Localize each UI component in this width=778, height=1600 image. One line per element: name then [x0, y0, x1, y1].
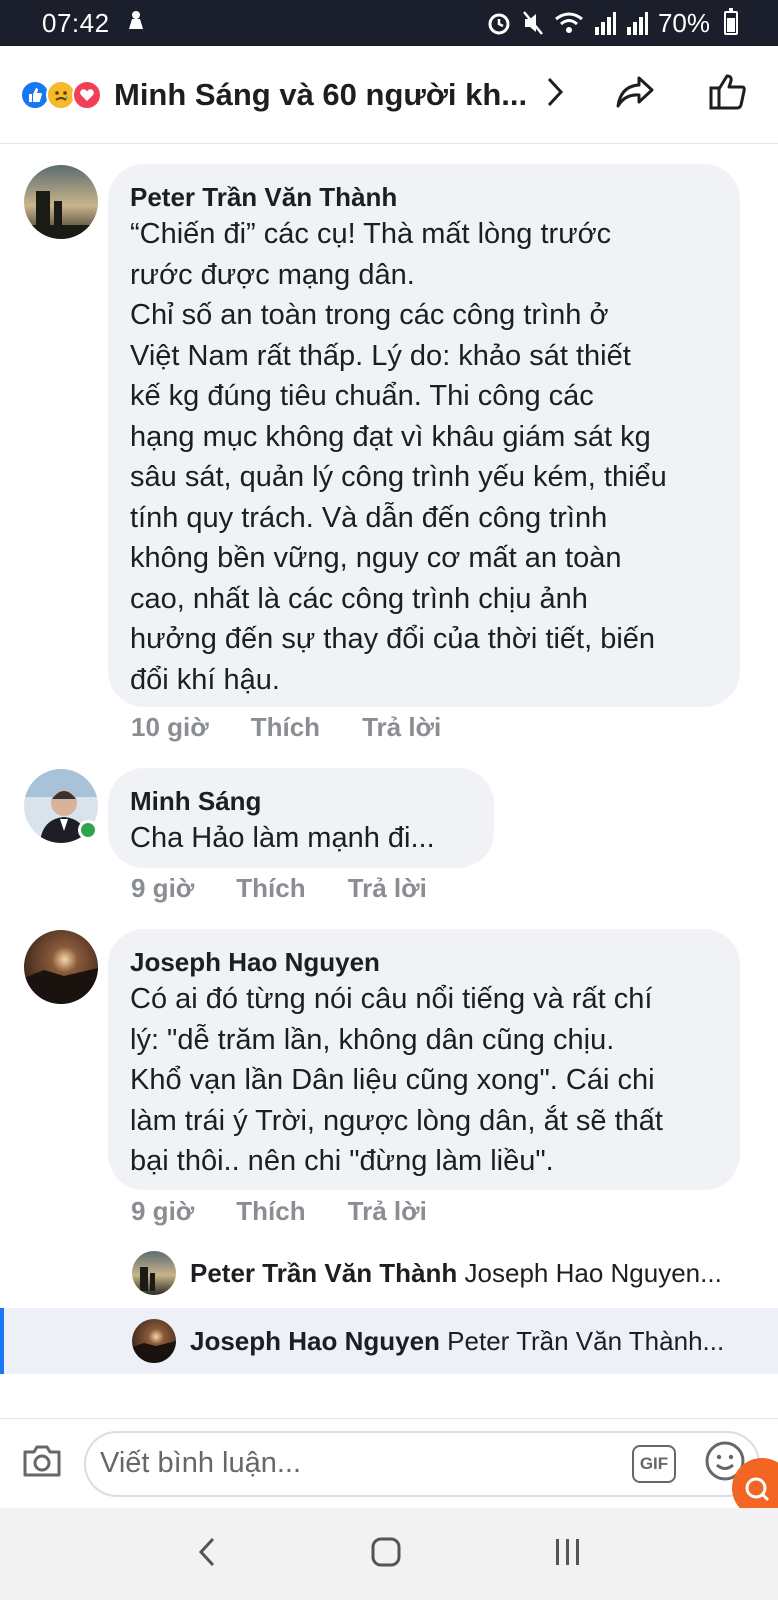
comment-line: sâu sát, quản lý công trình yếu kém, thi… — [130, 461, 667, 493]
battery-icon — [724, 8, 738, 35]
reply-author: Joseph Hao Nguyen — [190, 1325, 440, 1356]
comment-text: “Chiến đi” các cụ! Thà mất lòng trước rư… — [130, 214, 718, 700]
comment-text: Cha Hảo làm mạnh đi... — [130, 818, 472, 859]
comment-line: “Chiến đi” các cụ! Thà mất lòng trước — [130, 218, 612, 250]
system-nav-bar — [0, 1508, 778, 1600]
reply-author: Peter Trần Văn Thành — [190, 1257, 458, 1288]
like-link[interactable]: Thích — [236, 1196, 305, 1227]
chevron-right-icon[interactable] — [545, 76, 565, 113]
reply-preview-text: Peter Trần Văn Thành... — [447, 1325, 725, 1356]
status-bar: 07:42 70% — [0, 0, 778, 46]
comment-author[interactable]: Peter Trần Văn Thành — [130, 180, 718, 214]
comment-author[interactable]: Joseph Hao Nguyen — [130, 945, 718, 979]
reaction-icons[interactable] — [20, 79, 102, 110]
comment-bubble[interactable]: Peter Trần Văn Thành “Chiến đi” các cụ! … — [108, 164, 740, 707]
avatar[interactable] — [24, 165, 98, 239]
comment-line: Có ai đó từng nói câu nổi tiếng và rất c… — [130, 983, 653, 1015]
home-icon[interactable] — [369, 1535, 403, 1574]
comment-bubble[interactable]: Minh Sáng Cha Hảo làm mạnh đi... — [108, 768, 494, 868]
alarm-icon — [486, 10, 512, 36]
comment-input[interactable]: Viết bình luận... GIF — [84, 1430, 760, 1497]
comment-time[interactable]: 10 giờ — [131, 712, 209, 743]
comment-line: đổi khí hậu. — [130, 663, 280, 696]
camera-icon[interactable] — [22, 1444, 62, 1483]
comment-line: Chỉ số an toàn trong các công trình ở — [130, 299, 609, 331]
comment-line: lý: "dễ trăm lần, không dân cũng chịu. — [130, 1023, 615, 1056]
comment-line: làm trái ý Trời, ngược lòng dân, ắt sẽ t… — [130, 1104, 663, 1137]
comment-line: bại thôi.. nên chi "đừng làm liều". — [130, 1145, 554, 1177]
status-time: 07:42 — [42, 7, 110, 38]
love-icon — [72, 79, 102, 110]
signal-icon-2 — [626, 11, 648, 35]
comment-text: Có ai đó từng nói câu nổi tiếng và rất c… — [130, 979, 718, 1182]
share-icon[interactable] — [615, 75, 655, 114]
comment-line: cao, nhất là các công trình chịu ảnh — [130, 582, 588, 615]
recent-apps-icon[interactable] — [553, 1536, 583, 1573]
reply-link[interactable]: Trả lời — [348, 1196, 427, 1227]
avatar — [132, 1251, 176, 1295]
comment-line: rước được mạng dân. — [130, 258, 415, 291]
avatar — [132, 1319, 176, 1363]
like-button-icon[interactable] — [709, 73, 747, 116]
online-status-dot — [78, 820, 98, 840]
comment-line: hưởng đến sự thay đổi của thời tiết, biế… — [130, 623, 656, 655]
comment-meta: 10 giờ Thích Trả lời — [131, 712, 441, 743]
comment-composer: Viết bình luận... GIF — [0, 1418, 778, 1508]
comment-meta: 9 giờ Thích Trả lời — [131, 873, 427, 904]
comment-line: hạng mục không đạt vì khâu giám sát kg — [130, 420, 651, 453]
reply-preview[interactable]: Peter Trần Văn Thành Joseph Hao Nguyen..… — [0, 1240, 778, 1306]
back-icon[interactable] — [195, 1535, 219, 1574]
reply-text: Joseph Hao Nguyen Peter Trần Văn Thành..… — [190, 1326, 724, 1357]
comment-line: Khổ vạn lần Dân liệu cũng xong". Cái chi — [130, 1064, 655, 1096]
reactions-summary[interactable]: Minh Sáng và 60 người kh... — [114, 77, 527, 113]
notification-icon — [126, 9, 146, 37]
comment-input-placeholder[interactable]: Viết bình luận... — [100, 1447, 632, 1480]
like-link[interactable]: Thích — [236, 873, 305, 904]
reply-link[interactable]: Trả lời — [348, 873, 427, 904]
comment-line: Việt Nam rất thấp. Lý do: khảo sát thiết — [130, 339, 631, 372]
comment-time[interactable]: 9 giờ — [131, 873, 194, 904]
reply-text: Peter Trần Văn Thành Joseph Hao Nguyen..… — [190, 1258, 722, 1289]
reply-link[interactable]: Trả lời — [362, 712, 441, 743]
like-link[interactable]: Thích — [251, 712, 320, 743]
comment-time[interactable]: 9 giờ — [131, 1196, 194, 1227]
comment-author[interactable]: Minh Sáng — [130, 784, 472, 818]
mute-icon — [522, 10, 544, 36]
comment-line: tính quy trách. Và dẫn đến công trình — [130, 501, 608, 534]
battery-percent: 70% — [657, 7, 710, 38]
reply-preview[interactable]: Joseph Hao Nguyen Peter Trần Văn Thành..… — [0, 1308, 778, 1374]
gif-button[interactable]: GIF — [632, 1444, 676, 1483]
wifi-icon — [554, 11, 584, 35]
comment-line: kế kg đúng tiêu chuẩn. Thi công các — [130, 380, 594, 412]
comment-meta: 9 giờ Thích Trả lời — [131, 1196, 427, 1227]
comment-line: Cha Hảo làm mạnh đi... — [130, 822, 435, 854]
comment-line: không bền vững, nguy cơ mất an toàn — [130, 542, 622, 574]
reply-preview-text: Joseph Hao Nguyen... — [464, 1257, 722, 1288]
comment-bubble[interactable]: Joseph Hao Nguyen Có ai đó từng nói câu … — [108, 929, 740, 1190]
reactions-header: Minh Sáng và 60 người kh... — [0, 46, 778, 144]
signal-icon — [594, 11, 616, 35]
avatar[interactable] — [24, 930, 98, 1004]
